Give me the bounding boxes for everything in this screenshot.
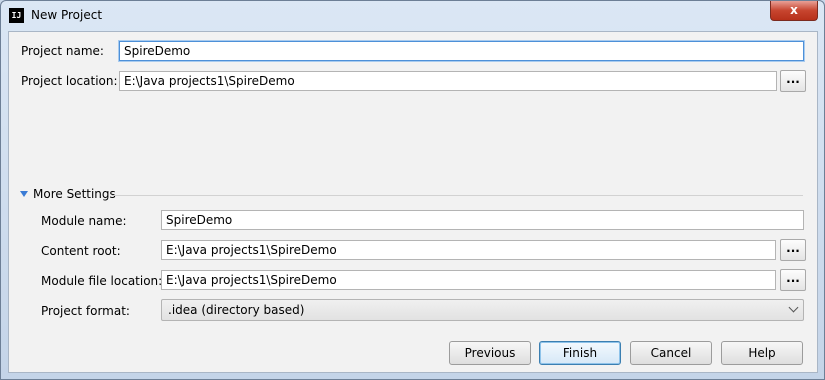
cancel-button[interactable]: Cancel [630, 341, 712, 365]
project-name-label: Project name: [21, 44, 104, 58]
project-format-value: .idea (directory based) [168, 303, 305, 317]
module-file-location-browse-button[interactable]: ... [780, 269, 806, 291]
intellij-logo-icon: IJ [9, 8, 24, 23]
more-settings-toggle[interactable]: More Settings [20, 187, 803, 203]
module-name-input[interactable]: SpireDemo [161, 210, 804, 230]
close-icon[interactable]: x [770, 1, 818, 21]
project-location-browse-button[interactable]: ... [780, 70, 806, 92]
triangle-down-icon [20, 191, 28, 197]
module-file-location-label: Module file location: [41, 274, 163, 288]
content-root-label: Content root: [41, 244, 121, 258]
project-location-label: Project location: [21, 74, 118, 88]
dialog-content: Project name: SpireDemo Project location… [8, 31, 818, 373]
window-title: New Project [31, 8, 103, 22]
section-divider [112, 195, 803, 196]
content-root-browse-button[interactable]: ... [780, 239, 806, 261]
content-root-input[interactable]: E:\Java projects1\SpireDemo [161, 240, 776, 260]
previous-button[interactable]: Previous [449, 341, 531, 365]
new-project-dialog: IJ New Project x Project name: SpireDemo… [0, 0, 825, 380]
module-name-label: Module name: [41, 214, 127, 228]
project-format-label: Project format: [41, 304, 130, 318]
project-format-select[interactable]: .idea (directory based) [161, 299, 804, 321]
more-settings-label: More Settings [33, 187, 116, 201]
help-button[interactable]: Help [721, 341, 803, 365]
finish-button[interactable]: Finish [539, 341, 621, 365]
project-name-input[interactable]: SpireDemo [119, 41, 804, 61]
chevron-down-icon [788, 302, 799, 313]
project-location-input[interactable]: E:\Java projects1\SpireDemo [119, 71, 777, 91]
module-file-location-input[interactable]: E:\Java projects1\SpireDemo [161, 270, 776, 290]
title-bar: IJ New Project x [1, 1, 824, 31]
